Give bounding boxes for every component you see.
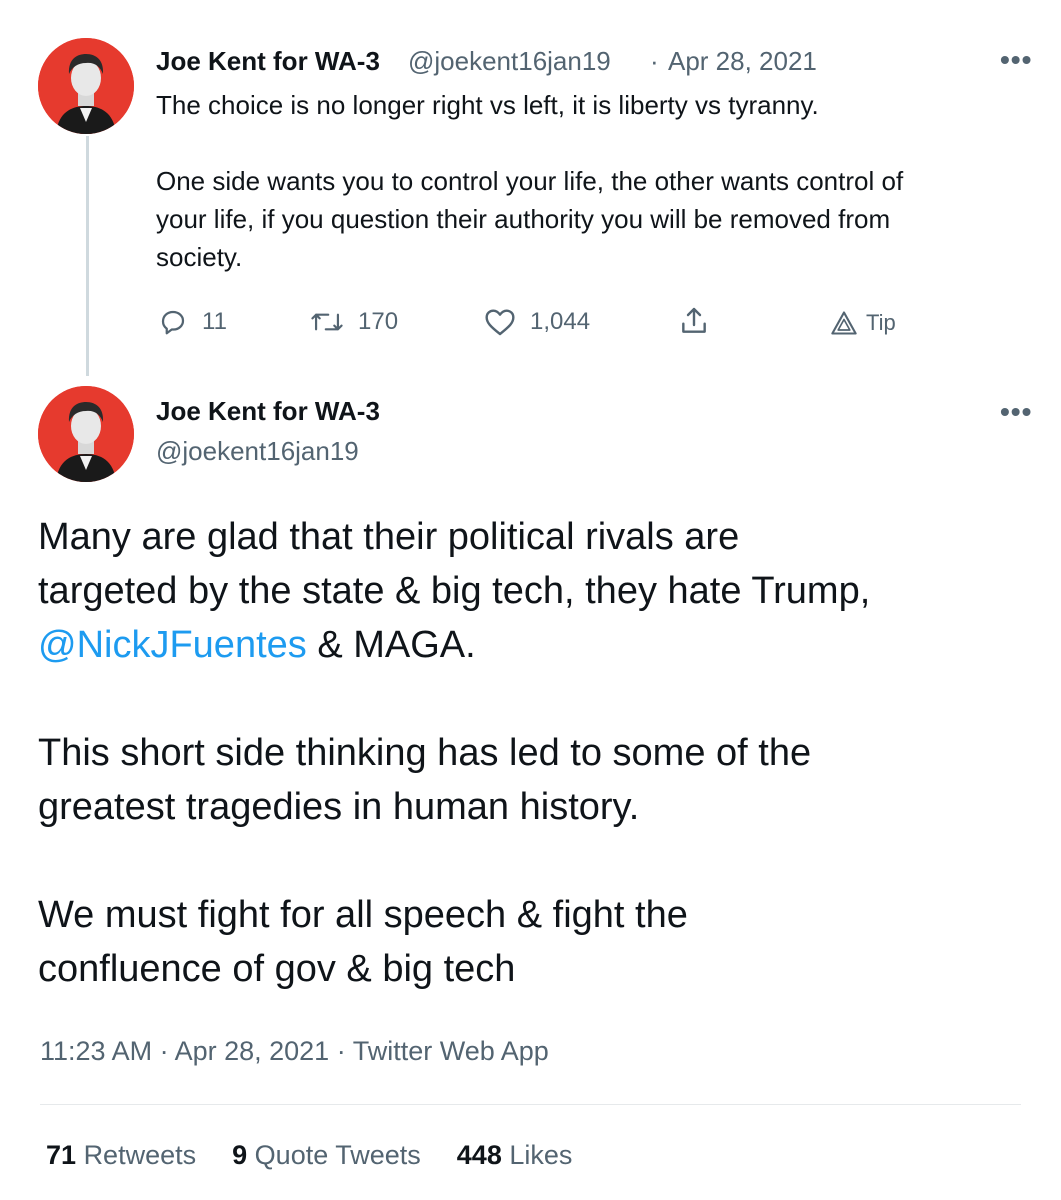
avatar[interactable]	[38, 38, 134, 134]
like-button[interactable]: 1,044	[484, 307, 590, 337]
tweet-line: This short side thinking has led to some…	[38, 732, 812, 774]
likes-count: 448	[456, 1140, 502, 1170]
retweet-count: 170	[358, 308, 399, 335]
reply-button[interactable]: 11	[158, 307, 227, 337]
tweet-line: Many are glad that their political rival…	[38, 516, 740, 558]
tip-button[interactable]: Tip	[830, 310, 896, 336]
retweets-label: Retweets	[83, 1140, 197, 1170]
reply-count: 11	[202, 308, 227, 335]
divider	[40, 1104, 1021, 1105]
meta-separator: ·	[650, 46, 659, 76]
retweets-count: 71	[46, 1140, 77, 1170]
tweet-line: @NickJFuentes & MAGA.	[38, 618, 1028, 672]
quote-tweets-stat[interactable]: 9 Quote Tweets	[232, 1140, 421, 1171]
retweet-button[interactable]: 170	[310, 307, 398, 337]
likes-label: Likes	[509, 1140, 573, 1170]
tweet-paragraph: The choice is no longer right vs left, i…	[156, 90, 819, 120]
quotes-count: 9	[232, 1140, 248, 1170]
author-handle[interactable]: @joekent16jan19	[408, 46, 611, 77]
author-name[interactable]: Joe Kent for WA-3	[156, 46, 380, 77]
person-portrait-icon	[38, 38, 134, 134]
person-portrait-icon	[38, 386, 134, 482]
tweet-paragraph-line: your life, if you question their authori…	[156, 204, 891, 234]
like-count: 1,044	[530, 308, 591, 335]
tweet-line: greatest tragedies in human history.	[38, 786, 640, 828]
more-options-icon[interactable]: •••	[1000, 44, 1032, 76]
engagement-stats: 71 Retweets 9 Quote Tweets 448 Likes	[46, 1140, 572, 1171]
thread-line	[86, 136, 89, 376]
tweet-line: confluence of gov & big tech	[38, 948, 516, 990]
quotes-label: Quote Tweets	[254, 1140, 421, 1170]
likes-stat[interactable]: 448 Likes	[457, 1140, 573, 1171]
more-options-icon[interactable]: •••	[1000, 396, 1032, 428]
author-handle[interactable]: @joekent16jan19	[156, 436, 359, 467]
tweet-line: We must fight for all speech & fight the	[38, 894, 688, 936]
tweet-paragraph-line: society.	[156, 242, 243, 272]
tweet-text: Many are glad that their political rival…	[38, 510, 1028, 996]
tip-icon	[831, 311, 857, 335]
avatar[interactable]	[38, 386, 134, 482]
mention-link[interactable]: @NickJFuentes	[38, 624, 307, 666]
retweet-icon	[311, 313, 343, 331]
share-button[interactable]	[678, 305, 710, 337]
tweet-text: The choice is no longer right vs left, i…	[156, 86, 1036, 276]
retweets-stat[interactable]: 71 Retweets	[46, 1140, 196, 1171]
tweet-date[interactable]: Apr 28, 2021	[668, 46, 817, 77]
heart-icon	[485, 309, 515, 336]
reply-icon	[161, 310, 185, 335]
tip-label: Tip	[866, 310, 896, 335]
tweet-timestamp[interactable]: 11:23 AM · Apr 28, 2021 · Twitter Web Ap…	[40, 1036, 549, 1067]
tweet-line: targeted by the state & big tech, they h…	[38, 570, 871, 612]
tweet-line-rest: & MAGA.	[306, 624, 476, 666]
tweet-paragraph-line: One side wants you to control your life,…	[156, 166, 904, 196]
author-name[interactable]: Joe Kent for WA-3	[156, 396, 380, 427]
share-icon	[682, 307, 706, 333]
